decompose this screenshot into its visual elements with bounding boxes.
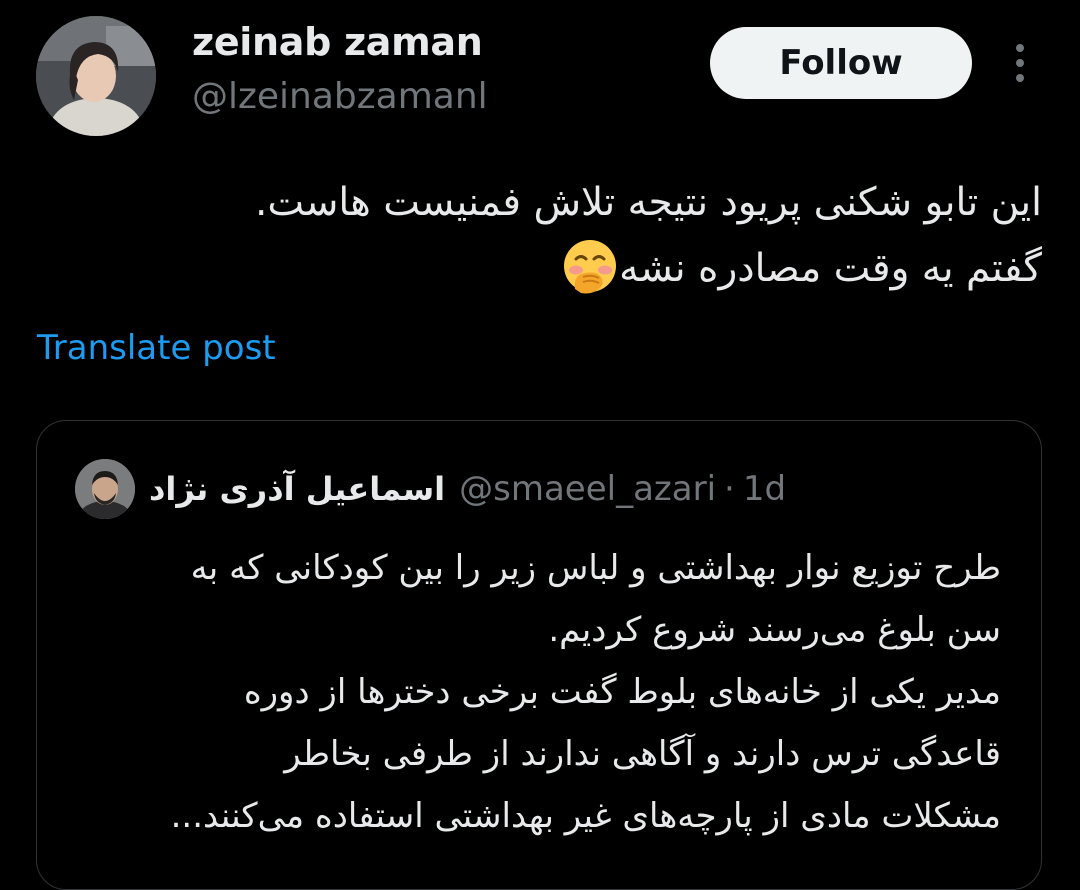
post-text: این تابو شکنی پریود نتیجه تلاش فمنیست ها…: [42, 170, 1042, 302]
profile-photo: [75, 459, 135, 519]
quoted-text-line: طرح توزیع نوار بهداشتی و لباس زیر را بین…: [190, 548, 1001, 588]
quoted-text-line: مشکلات مادی از پارچه‌های غیر بهداشتی است…: [170, 796, 1001, 836]
quoted-post-header: اسماعیل آذری نژاد @smaeel_azari · 1d: [149, 461, 786, 517]
separator-dot: ·: [724, 469, 735, 509]
quoted-author-display-name[interactable]: اسماعیل آذری نژاد: [149, 470, 445, 508]
quoted-text-line: قاعدگی ترس دارند و آگاهی ندارند از طرفی …: [284, 734, 1001, 774]
post-text-line-with-emoji: گفتم یه وقت مصادره نشه: [42, 236, 1042, 302]
quoted-author-avatar[interactable]: [75, 459, 135, 519]
follow-button[interactable]: Follow: [710, 27, 972, 99]
quoted-post-text: طرح توزیع نوار بهداشتی و لباس زیر را بین…: [61, 537, 1001, 847]
more-options-button[interactable]: [1000, 38, 1040, 88]
quoted-post[interactable]: اسماعیل آذری نژاد @smaeel_azari · 1d طرح…: [36, 420, 1042, 890]
author-avatar[interactable]: [36, 16, 156, 136]
face-with-hand-over-mouth-emoji-icon: [561, 237, 619, 295]
quoted-author-handle[interactable]: @smaeel_azari: [459, 469, 716, 509]
quoted-text-line: سن بلوغ می‌رسند شروع کردیم.: [548, 610, 1001, 650]
profile-photo: [36, 16, 156, 136]
quoted-post-timestamp[interactable]: 1d: [743, 469, 786, 509]
post-text-line: گفتم یه وقت مصادره نشه: [619, 246, 1042, 291]
author-handle[interactable]: @lzeinabzamanl: [192, 76, 488, 117]
translate-post-link[interactable]: Translate post: [37, 328, 276, 368]
author-display-name[interactable]: zeinab zaman: [192, 20, 483, 64]
quoted-text-line: مدیر یکی از خانه‌های بلوط گفت برخی دختره…: [243, 672, 1001, 712]
post-text-line: این تابو شکنی پریود نتیجه تلاش فمنیست ها…: [255, 180, 1042, 225]
more-vertical-icon: [1016, 44, 1024, 82]
